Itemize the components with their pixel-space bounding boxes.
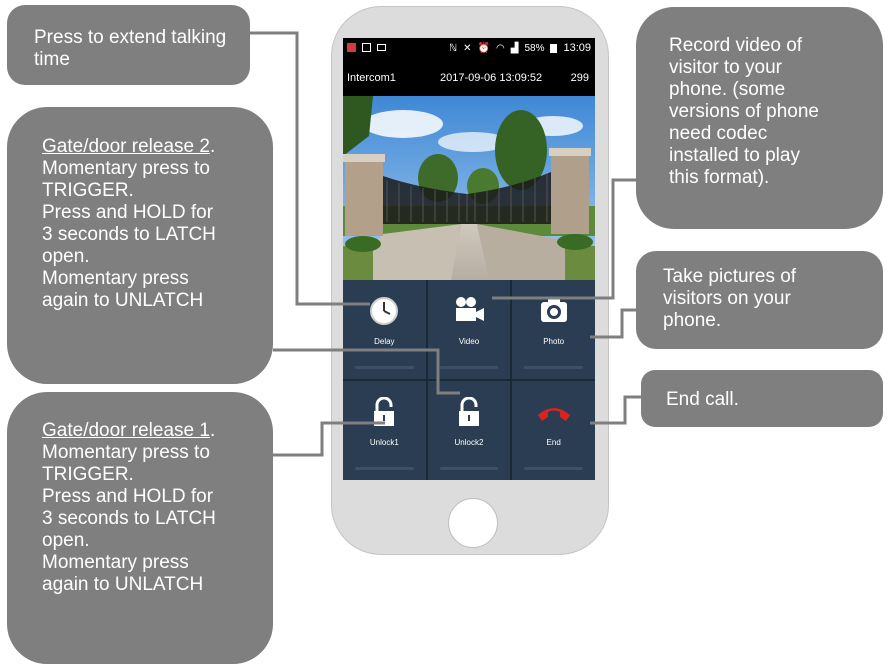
clock-icon <box>370 297 399 325</box>
video-indicator-bar <box>439 366 499 369</box>
callout-unlock1-line: 3 seconds to LATCH <box>42 508 216 529</box>
callout-unlock1-line: open. <box>42 530 90 551</box>
photo-button[interactable]: Photo <box>512 280 595 379</box>
alarm-icon: ⏰ <box>477 43 491 54</box>
callout-unlock1-line: TRIGGER. <box>42 464 134 485</box>
photo-label: Photo <box>543 337 565 346</box>
callout-photo: Take pictures of visitors on your phone. <box>636 251 883 349</box>
end-indicator-bar <box>524 467 583 470</box>
callout-video-line: visitor to your <box>669 57 782 78</box>
callout-unlock2-heading: Gate/door release 2. <box>42 136 263 158</box>
callout-video-line: need codec <box>669 123 768 144</box>
callout-delay-text: Press to extend talking time <box>34 27 227 70</box>
date-time: 2017-09-06 13:09:52 <box>440 72 543 84</box>
message-icon <box>377 44 386 51</box>
callout-photo-line: Take pictures of <box>663 266 797 287</box>
device-name: Intercom1 <box>347 72 396 84</box>
callout-unlock2-line: Press and HOLD for <box>42 202 214 223</box>
delay-button[interactable]: Delay <box>343 280 426 379</box>
callout-video-line: versions of phone <box>669 101 819 122</box>
video-button[interactable]: Video <box>427 280 511 379</box>
callout-unlock2-line: Momentary press to <box>42 158 210 179</box>
call-counter: 299 <box>570 72 589 84</box>
callout-video-line: Record video of <box>669 35 803 56</box>
callout-end: End call. <box>641 370 883 427</box>
callout-unlock1-period: . <box>209 420 216 441</box>
camera-icon <box>540 298 567 322</box>
info-bar: Intercom1 2017-09-06 13:09:52 299 <box>343 60 595 96</box>
wifi-icon: ◠ <box>496 43 505 54</box>
callout-photo-line: visitors on your <box>663 288 791 309</box>
callout-unlock2-title: Gate/door release 2 <box>42 136 210 157</box>
callout-unlock1-line: again to UNLATCH <box>42 574 204 595</box>
callout-unlock2-line: TRIGGER. <box>42 180 134 201</box>
status-time: 13:09 <box>563 42 591 54</box>
callout-unlock2: Gate/door release 2. Momentary press to … <box>7 107 273 384</box>
callout-video: Record video of visitor to your phone. (… <box>636 7 883 229</box>
status-bar: ℕ ✕ ⏰ ◠ ▟ 58% 13:09 <box>343 38 595 60</box>
delay-indicator-bar <box>355 366 414 369</box>
callout-video-line: phone. (some <box>669 79 786 100</box>
callout-unlock1-line: Momentary press <box>42 552 189 573</box>
callout-unlock1-line: Press and HOLD for <box>42 486 214 507</box>
camera-feed-image <box>343 96 595 280</box>
callout-unlock2-line: Momentary press <box>42 268 189 289</box>
end-label: End <box>546 438 561 447</box>
nfc-icon: ℕ <box>449 43 458 54</box>
unlock2-indicator-bar <box>439 467 499 470</box>
unlock-icon <box>458 397 479 426</box>
callout-video-line: installed to play <box>669 145 800 166</box>
callout-unlock2-line: again to UNLATCH <box>42 290 204 311</box>
battery-icon <box>550 44 558 53</box>
callout-unlock1-line: Momentary press to <box>42 442 210 463</box>
callout-unlock2-line: 3 seconds to LATCH <box>42 224 216 245</box>
callout-video-line: this format). <box>669 167 770 188</box>
video-label: Video <box>458 337 480 346</box>
phone-screen: ℕ ✕ ⏰ ◠ ▟ 58% 13:09 Intercom1 2017-09-06… <box>343 38 595 480</box>
battery-level: 58% <box>524 43 545 54</box>
callout-unlock1-heading: Gate/door release 1. <box>42 420 263 442</box>
callout-photo-line: phone. <box>663 310 722 331</box>
unlock-icon <box>374 397 395 426</box>
unlock1-label: Unlock1 <box>369 438 399 447</box>
hangup-icon <box>537 408 570 421</box>
callout-unlock2-line: open. <box>42 246 90 267</box>
home-button[interactable] <box>448 498 498 548</box>
video-camera-icon <box>455 297 484 321</box>
callout-delay: Press to extend talking time <box>7 5 250 85</box>
callout-unlock1-title: Gate/door release 1 <box>42 420 210 441</box>
unlock1-button[interactable]: Unlock1 <box>343 381 426 480</box>
callout-end-text: End call. <box>666 389 739 410</box>
mute-icon: ✕ <box>463 43 472 54</box>
unlock1-indicator-bar <box>355 467 414 470</box>
signal-icon: ▟ <box>510 43 519 54</box>
unlock2-button[interactable]: Unlock2 <box>427 381 511 480</box>
end-call-button[interactable]: End <box>512 381 595 480</box>
delay-label: Delay <box>374 337 395 346</box>
download-icon <box>362 43 371 52</box>
app-notification-icon <box>347 43 356 52</box>
callout-unlock2-period: . <box>209 136 216 157</box>
unlock2-label: Unlock2 <box>454 438 484 447</box>
photo-indicator-bar <box>524 366 583 369</box>
callout-unlock1: Gate/door release 1. Momentary press to … <box>7 392 273 664</box>
control-grid: Delay Video Photo Unlock1 Unlock2 End <box>343 280 595 480</box>
